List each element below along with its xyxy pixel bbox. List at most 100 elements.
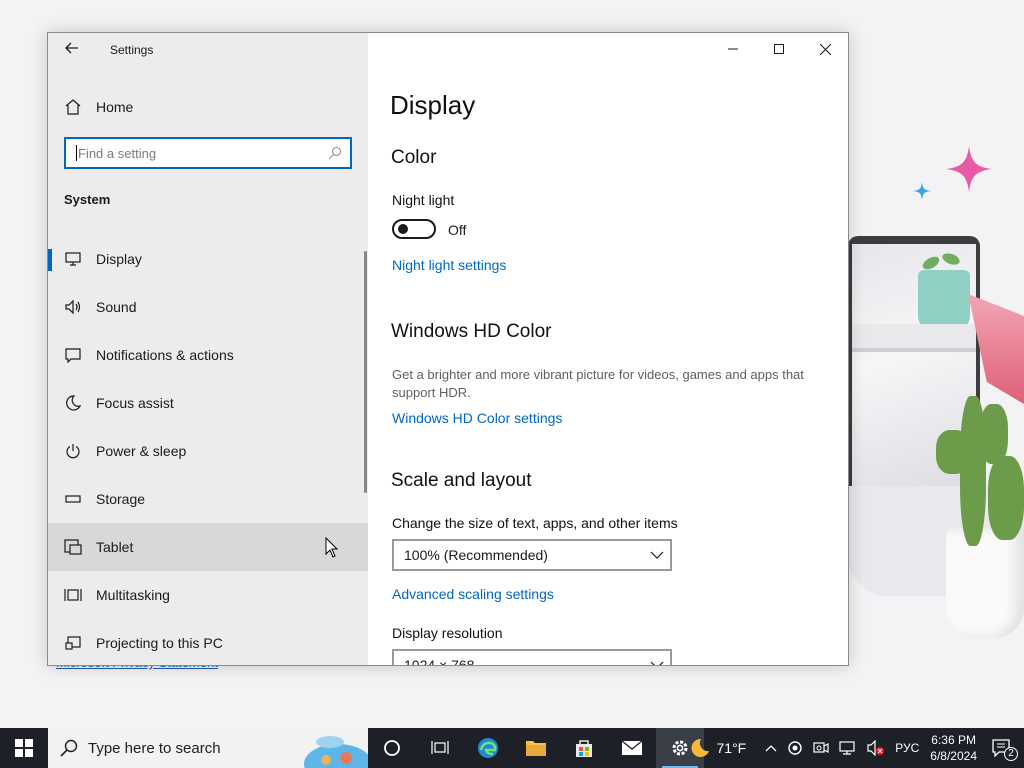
scale-dropdown[interactable]: 100% (Recommended) — [392, 539, 672, 571]
find-setting-input[interactable] — [78, 145, 328, 161]
sparkle-decoration — [946, 146, 992, 192]
sparkle-decoration-small — [913, 182, 931, 200]
tablet-icon — [64, 538, 82, 556]
weather-temperature: 71°F — [716, 740, 747, 756]
resolution-value: 1024 × 768 — [404, 657, 475, 666]
settings-window: Settings Home System Display Sound — [47, 32, 849, 666]
scale-value: 100% (Recommended) — [404, 547, 548, 563]
home-label: Home — [96, 99, 134, 115]
close-button[interactable] — [802, 33, 848, 65]
clock-date: 6/8/2024 — [930, 749, 977, 763]
maximize-icon — [774, 44, 784, 54]
sidebar-item-label: Notifications & actions — [96, 347, 234, 363]
taskbar-search-box[interactable]: Type here to search — [48, 728, 368, 768]
folder-icon — [526, 741, 546, 756]
resolution-dropdown[interactable]: 1024 × 768 — [392, 649, 672, 666]
home-icon — [64, 98, 82, 116]
arrow-left-icon — [65, 42, 78, 54]
back-button[interactable] — [60, 39, 84, 61]
mouse-pointer-icon — [325, 537, 339, 558]
taskbar-search-placeholder: Type here to search — [88, 739, 221, 757]
chevron-up-icon[interactable] — [765, 744, 777, 752]
speaker-icon — [64, 298, 82, 316]
notification-icon — [64, 346, 82, 364]
search-icon — [60, 739, 78, 757]
location-icon[interactable] — [787, 740, 803, 756]
sidebar-item-label: Focus assist — [96, 395, 174, 411]
sidebar-item-label: Tablet — [96, 539, 134, 555]
action-center-button[interactable]: 2 — [992, 739, 1018, 761]
minimize-button[interactable] — [710, 33, 756, 65]
language-indicator[interactable]: РУС — [895, 741, 919, 755]
edge-taskbar-button[interactable] — [464, 728, 512, 768]
sidebar-item-label: Projecting to this PC — [96, 635, 223, 651]
mail-icon — [621, 740, 643, 755]
window-title: Settings — [110, 43, 154, 57]
advanced-scaling-link[interactable]: Advanced scaling settings — [392, 586, 554, 602]
taskview-button[interactable] — [416, 728, 464, 768]
home-nav-item[interactable]: Home — [64, 95, 344, 119]
sidebar-item-power-sleep[interactable]: Power & sleep — [48, 427, 368, 475]
network-icon[interactable] — [839, 741, 857, 755]
taskbar: Type here to search 71°F РУС 6:36 PM 6/8… — [0, 728, 1024, 768]
task-view-button[interactable] — [368, 728, 416, 768]
night-light-label: Night light — [392, 192, 455, 208]
chevron-down-icon — [650, 551, 664, 559]
moon-icon — [64, 394, 82, 412]
sidebar-item-multitasking[interactable]: Multitasking — [48, 571, 368, 619]
volume-muted-icon[interactable] — [867, 740, 885, 756]
mail-button[interactable] — [608, 728, 656, 768]
moon-weather-icon — [691, 738, 709, 757]
sidebar-item-sound[interactable]: Sound — [48, 283, 368, 331]
search-highlight-illustration — [304, 736, 368, 768]
store-icon — [576, 740, 592, 757]
sidebar-item-projecting[interactable]: Projecting to this PC — [48, 619, 368, 665]
start-button[interactable] — [0, 728, 48, 768]
sidebar-item-focus-assist[interactable]: Focus assist — [48, 379, 368, 427]
content-pane: Display Color Night light Off Night ligh… — [368, 33, 848, 665]
sidebar-nav: Display Sound Notifications & actions Fo… — [48, 235, 368, 665]
file-explorer-button[interactable] — [512, 728, 560, 768]
sidebar-item-label: Sound — [96, 299, 137, 315]
projector-icon — [64, 634, 82, 652]
sidebar-item-notifications[interactable]: Notifications & actions — [48, 331, 368, 379]
weather-widget[interactable]: 71°F — [689, 737, 747, 759]
cortana-icon — [384, 740, 400, 756]
sidebar-scrollbar[interactable] — [364, 251, 367, 493]
system-tray: 71°F РУС 6:36 PM 6/8/2024 2 — [684, 728, 1024, 768]
scale-label: Change the size of text, apps, and other… — [392, 515, 678, 531]
night-light-toggle[interactable] — [392, 219, 436, 239]
sidebar-item-label: Storage — [96, 491, 146, 507]
clock-time: 6:36 PM — [931, 733, 976, 747]
clock[interactable]: 6:36 PM 6/8/2024 — [930, 732, 977, 764]
sidebar: Settings Home System Display Sound — [48, 33, 368, 665]
sidebar-item-storage[interactable]: Storage — [48, 475, 368, 523]
search-icon — [328, 146, 342, 160]
section-title: System — [64, 192, 111, 207]
sidebar-item-label: Display — [96, 251, 142, 267]
find-setting-box[interactable] — [64, 137, 352, 169]
night-light-state: Off — [448, 222, 467, 238]
page-title: Display — [390, 90, 476, 120]
minimize-icon — [728, 48, 738, 50]
maximize-button[interactable] — [756, 33, 802, 65]
scale-layout-heading: Scale and layout — [391, 470, 532, 491]
sidebar-item-display[interactable]: Display — [48, 235, 368, 283]
camera-icon[interactable] — [813, 741, 829, 755]
night-light-settings-link[interactable]: Night light settings — [392, 257, 506, 273]
power-icon — [64, 442, 82, 460]
cactus-pot-illustration — [946, 528, 1024, 638]
store-button[interactable] — [560, 728, 608, 768]
sidebar-item-label: Multitasking — [96, 587, 170, 603]
windows-logo-icon — [15, 739, 33, 757]
close-icon — [819, 43, 831, 55]
edge-icon — [478, 738, 498, 758]
chevron-down-icon — [650, 661, 664, 665]
hd-color-description: Get a brighter and more vibrant picture … — [392, 367, 804, 400]
monitor-icon — [64, 250, 82, 268]
resolution-label: Display resolution — [392, 625, 503, 641]
storage-icon — [64, 490, 82, 508]
hd-color-settings-link[interactable]: Windows HD Color settings — [392, 410, 562, 426]
color-heading: Color — [391, 147, 437, 168]
sidebar-item-tablet[interactable]: Tablet — [48, 523, 368, 571]
